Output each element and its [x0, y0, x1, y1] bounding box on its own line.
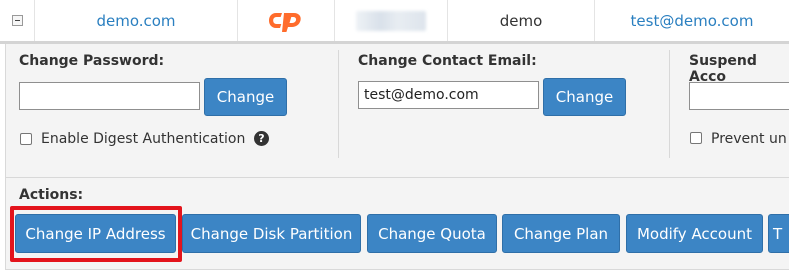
change-disk-partition-button[interactable]: Change Disk Partition — [182, 214, 361, 253]
truncated-action-button[interactable]: T — [768, 214, 789, 253]
ip-address-cell — [335, 0, 448, 41]
actions-label: Actions: — [19, 187, 84, 203]
prevent-unsuspend-checkbox[interactable] — [690, 132, 702, 144]
change-email-button[interactable]: Change — [543, 78, 626, 116]
section-divider — [6, 177, 789, 178]
change-password-label: Change Password: — [19, 53, 165, 69]
username-text: demo — [499, 11, 543, 30]
account-row: demo.com demo test@demo.com — [0, 0, 789, 44]
column-divider — [669, 50, 670, 158]
domain-link[interactable]: demo.com — [96, 12, 175, 30]
minus-square-icon[interactable] — [11, 15, 23, 26]
cpanel-cell — [238, 0, 335, 41]
question-circle-icon[interactable]: ? — [254, 131, 269, 146]
modify-account-button[interactable]: Modify Account — [626, 214, 763, 253]
prevent-unsuspend-label: Prevent un — [711, 131, 787, 147]
username-cell: demo — [448, 0, 595, 41]
collapse-toggle[interactable] — [0, 0, 35, 41]
change-password-button[interactable]: Change — [204, 78, 287, 116]
change-quota-button[interactable]: Change Quota — [367, 214, 497, 253]
cpanel-logo-icon[interactable] — [268, 10, 304, 32]
digest-auth-label: Enable Digest Authentication — [41, 131, 246, 147]
change-password-input[interactable] — [19, 82, 200, 110]
change-ip-address-button[interactable]: Change IP Address — [15, 214, 176, 253]
suspend-reason-input[interactable] — [689, 82, 789, 110]
change-plan-button[interactable]: Change Plan — [502, 214, 620, 253]
suspend-account-label: Suspend Acco — [689, 53, 757, 85]
email-link[interactable]: test@demo.com — [631, 12, 754, 30]
contact-email-input[interactable] — [358, 81, 539, 109]
redacted-ip — [356, 10, 426, 31]
account-details-panel: Change Password: Change Enable Digest Au… — [5, 44, 789, 270]
column-divider — [338, 50, 339, 158]
domain-cell: demo.com — [35, 0, 238, 41]
email-cell: test@demo.com — [595, 0, 789, 41]
digest-auth-checkbox[interactable] — [20, 133, 32, 145]
change-email-label: Change Contact Email: — [358, 53, 537, 69]
